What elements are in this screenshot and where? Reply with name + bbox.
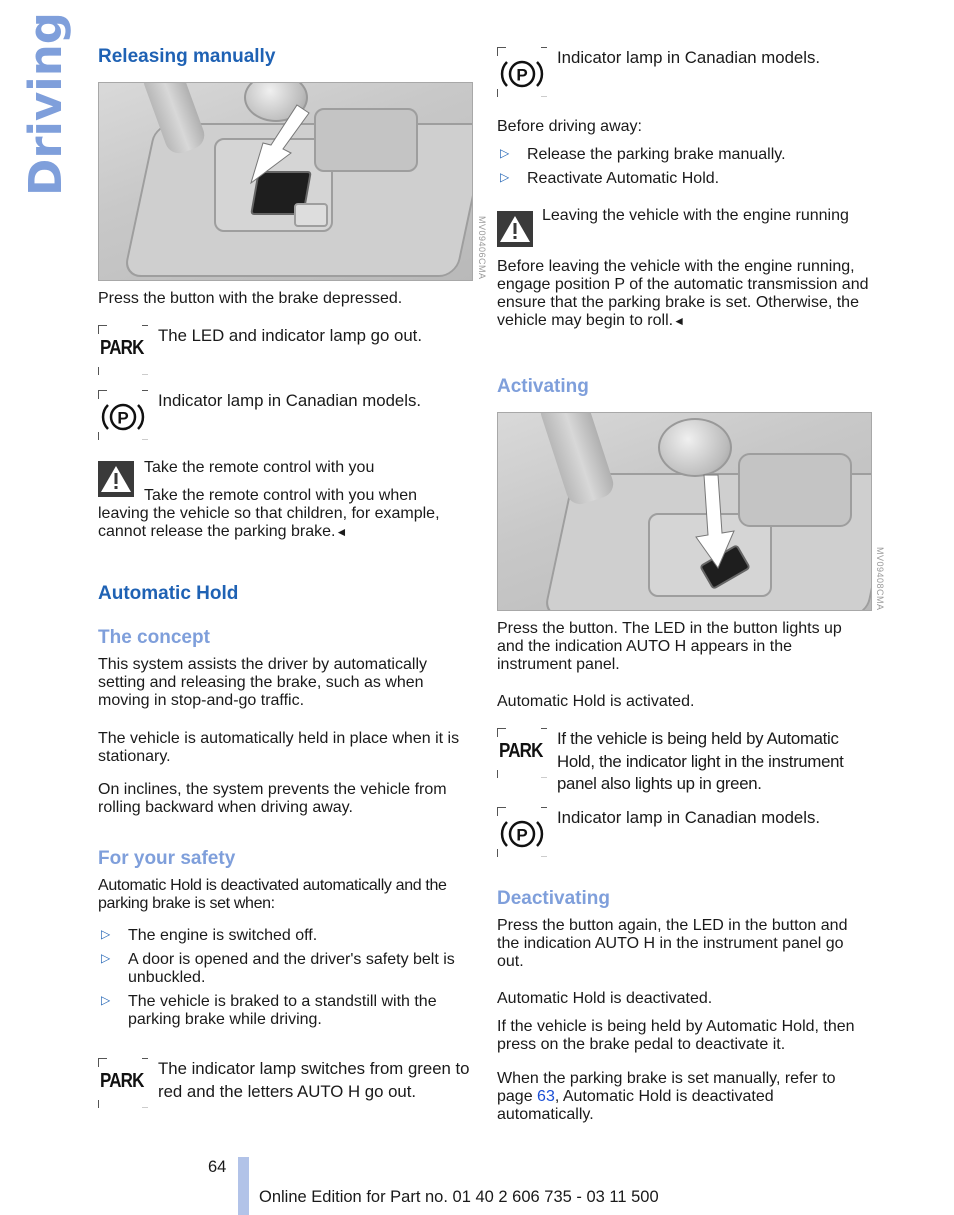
end-mark: ◄ [335,525,348,539]
illustration-releasing-manually [98,82,473,281]
indicator-text: Indicator lamp in Canadian models. [557,808,821,827]
page-link[interactable]: 63 [537,1088,555,1105]
bullet-triangle-icon: ▷ [101,927,111,941]
parking-brake-p-icon: P [497,807,547,857]
indicator-text: The indicator lamp switches from green t… [158,1059,470,1101]
safety-intro: Automatic Hold is deactivated automatica… [98,877,447,912]
warning-body: Take the remote control with you when le… [98,487,440,540]
illustration-activating [497,412,872,611]
list-item: ▷ Release the parking brake manually. [500,146,786,163]
bullet-triangle-icon: ▷ [101,993,111,1007]
warning-title: Leaving the vehicle with the engine runn… [542,207,849,224]
bullet-triangle-icon: ▷ [500,170,510,184]
indicator-row: PARK If the vehicle is being held by Aut… [497,728,875,798]
concept-paragraph: On inclines, the system prevents the veh… [98,781,447,816]
press-arrow-icon [250,104,310,185]
warning-title: Take the remote control with you [144,459,375,476]
svg-text:P: P [117,409,128,428]
activating-paragraph: Press the button. The LED in the button … [497,620,842,673]
parking-brake-p-icon: P [497,47,547,97]
indicator-text: Indicator lamp in Canadian models. [557,48,821,67]
indicator-row: P Indicator lamp in Canadian models. [497,47,875,102]
before-driving-intro: Before driving away: [497,118,642,135]
press-arrow-icon [695,474,735,570]
indicator-row: P Indicator lamp in Canadian models. [497,807,875,862]
heading-automatic-hold: Automatic Hold [98,583,239,604]
heading-deactivating: Deactivating [497,888,610,909]
indicator-text: If the vehicle is being held by Automati… [557,729,844,793]
concept-paragraph: This system assists the driver by automa… [98,656,427,709]
concept-paragraph: The vehicle is automatically held in pla… [98,730,460,765]
park-indicator-icon: PARK [497,728,547,778]
park-indicator-icon: PARK [98,1058,148,1108]
footer-accent-bar [238,1157,249,1215]
deactivating-paragraph: Automatic Hold is deactivated. [497,990,713,1007]
page-number: 64 [208,1158,227,1176]
heading-activating: Activating [497,376,589,397]
list-item: ▷ The engine is switched off. [101,927,318,944]
activating-paragraph: Automatic Hold is activated. [497,693,695,710]
warning-triangle-icon [497,211,533,247]
bullet-triangle-icon: ▷ [500,146,510,160]
park-indicator-icon: PARK [98,325,148,375]
list-item: ▷ The vehicle is braked to a standstill w… [101,993,437,1028]
heading-releasing-manually: Releasing manually [98,46,276,67]
photo-code: MV09406CMA [477,216,487,280]
deactivating-paragraph: If the vehicle is being held by Automati… [497,1018,855,1053]
indicator-row: PARK The indicator lamp switches from gr… [98,1058,476,1113]
heading-for-your-safety: For your safety [98,848,236,869]
bullet-triangle-icon: ▷ [101,951,111,965]
svg-text:P: P [516,66,527,85]
safety-bullet-list: ▷ The engine is switched off. ▷ A door is … [98,927,472,1029]
chapter-side-title: Driving [19,12,72,196]
deactivating-paragraph: Press the button again, the LED in the b… [497,917,848,970]
heading-the-concept: The concept [98,627,210,648]
warning-body: Before leaving the vehicle with the engi… [497,258,869,329]
svg-text:P: P [516,826,527,845]
deactivating-paragraph: When the parking brake is set manually, … [497,1070,836,1123]
list-item: ▷ Reactivate Automatic Hold. [500,170,720,187]
list-item: ▷ A door is opened and the driver's safet… [101,951,455,986]
instruction-text: Press the button with the brake depresse… [98,290,403,307]
before-driving-list: ▷ Release the parking brake manually. ▷ Re… [497,146,871,188]
photo-code: MV09408CMA [875,547,885,611]
indicator-row: P Indicator lamp in Canadian models. [98,390,476,445]
footer-edition: Online Edition for Part no. 01 40 2 606 … [259,1188,659,1206]
indicator-row: PARK The LED and indicator lamp go out. [98,325,476,380]
indicator-text: Indicator lamp in Canadian models. [158,391,422,410]
end-mark: ◄ [673,314,685,328]
parking-brake-p-icon: P [98,390,148,440]
indicator-text: The LED and indicator lamp go out. [158,326,422,345]
